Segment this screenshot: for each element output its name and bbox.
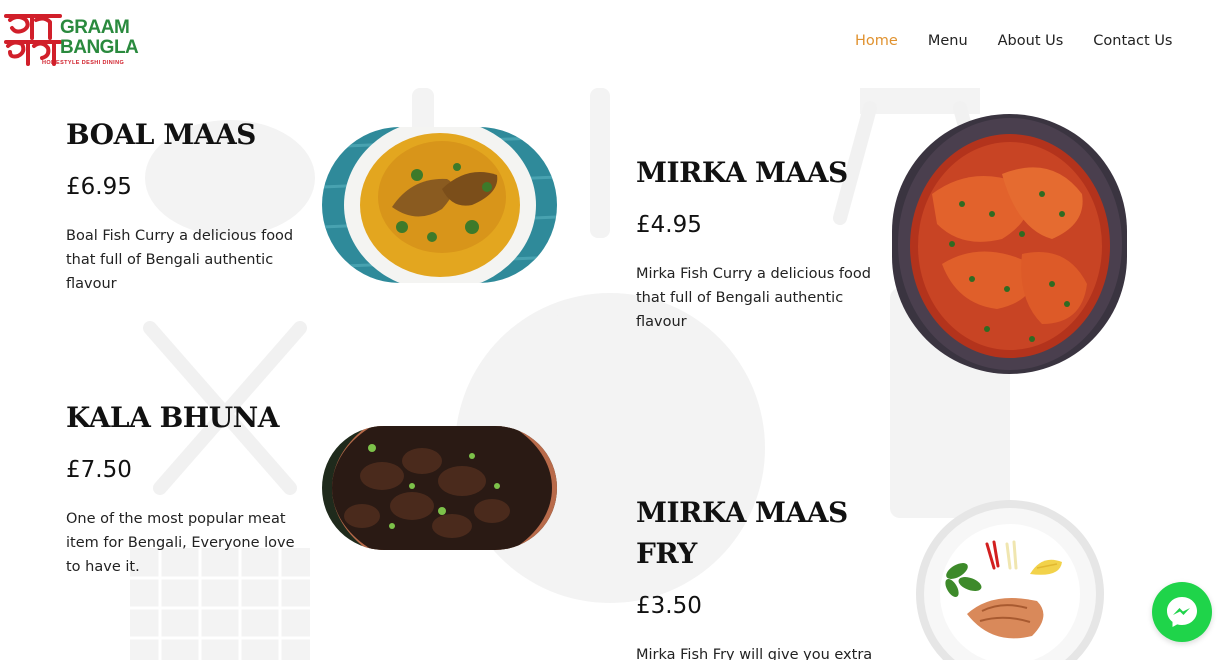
nav-item-contact-us[interactable]: Contact Us	[1093, 33, 1172, 49]
nav-item-menu[interactable]: Menu	[928, 33, 968, 49]
logo-text-line2: BANGLA	[60, 37, 139, 58]
menu-item-price: £3.50	[636, 593, 702, 619]
kala-bhuna-image	[322, 426, 557, 550]
logo-text-line1: GRAAM	[60, 17, 130, 38]
menu-item-price: £6.95	[66, 174, 132, 200]
nav-item-about-us[interactable]: About Us	[998, 33, 1064, 49]
mirka-fish-fry-image	[912, 496, 1108, 660]
messenger-chat-button[interactable]	[1152, 582, 1212, 642]
menu-item-title: MIRKA MAAS	[636, 156, 848, 189]
menu-item-description: Mirka Fish Fry will give you extra	[636, 647, 873, 660]
nav-item-home[interactable]: Home	[855, 33, 898, 49]
messenger-icon	[1167, 597, 1197, 627]
boal-fish-curry-image	[322, 127, 557, 283]
menu-item-price: £7.50	[66, 457, 132, 483]
mirka-fish-curry-image	[892, 114, 1127, 374]
logo-tagline: HOMESTYLE DESHI DINING	[42, 60, 125, 66]
menu-item-title: KALA BHUNA	[66, 401, 279, 434]
menu-item-boal-maas: BOAL MAAS £6.95 Boal Fish Curry a delici…	[66, 114, 306, 296]
menu-item-mirka-maas: MIRKA MAAS £4.95 Mirka Fish Curry a deli…	[636, 152, 876, 334]
menu-item-mirka-maas-fry: MIRKA MAAS FRY £3.50 Mirka Fish Fry will…	[636, 492, 876, 660]
menu-item-description: Mirka Fish Curry a delicious food that f…	[636, 266, 871, 330]
menu-item-description: One of the most popular meat item for Be…	[66, 511, 295, 575]
menu-item-title: MIRKA MAAS FRY	[636, 496, 848, 570]
main-navigation: Home Menu About Us Contact Us	[855, 33, 1173, 49]
menu-item-price: £4.95	[636, 212, 702, 238]
graam-bangla-logo[interactable]: GRAAM BANGLA HOMESTYLE DESHI DINING	[4, 12, 139, 70]
menu-item-description: Boal Fish Curry a delicious food that fu…	[66, 228, 294, 292]
menu-item-title: BOAL MAAS	[66, 118, 256, 151]
site-header: GRAAM BANGLA HOMESTYLE DESHI DINING Home…	[0, 0, 1225, 88]
menu-item-kala-bhuna: KALA BHUNA £7.50 One of the most popular…	[66, 397, 306, 579]
